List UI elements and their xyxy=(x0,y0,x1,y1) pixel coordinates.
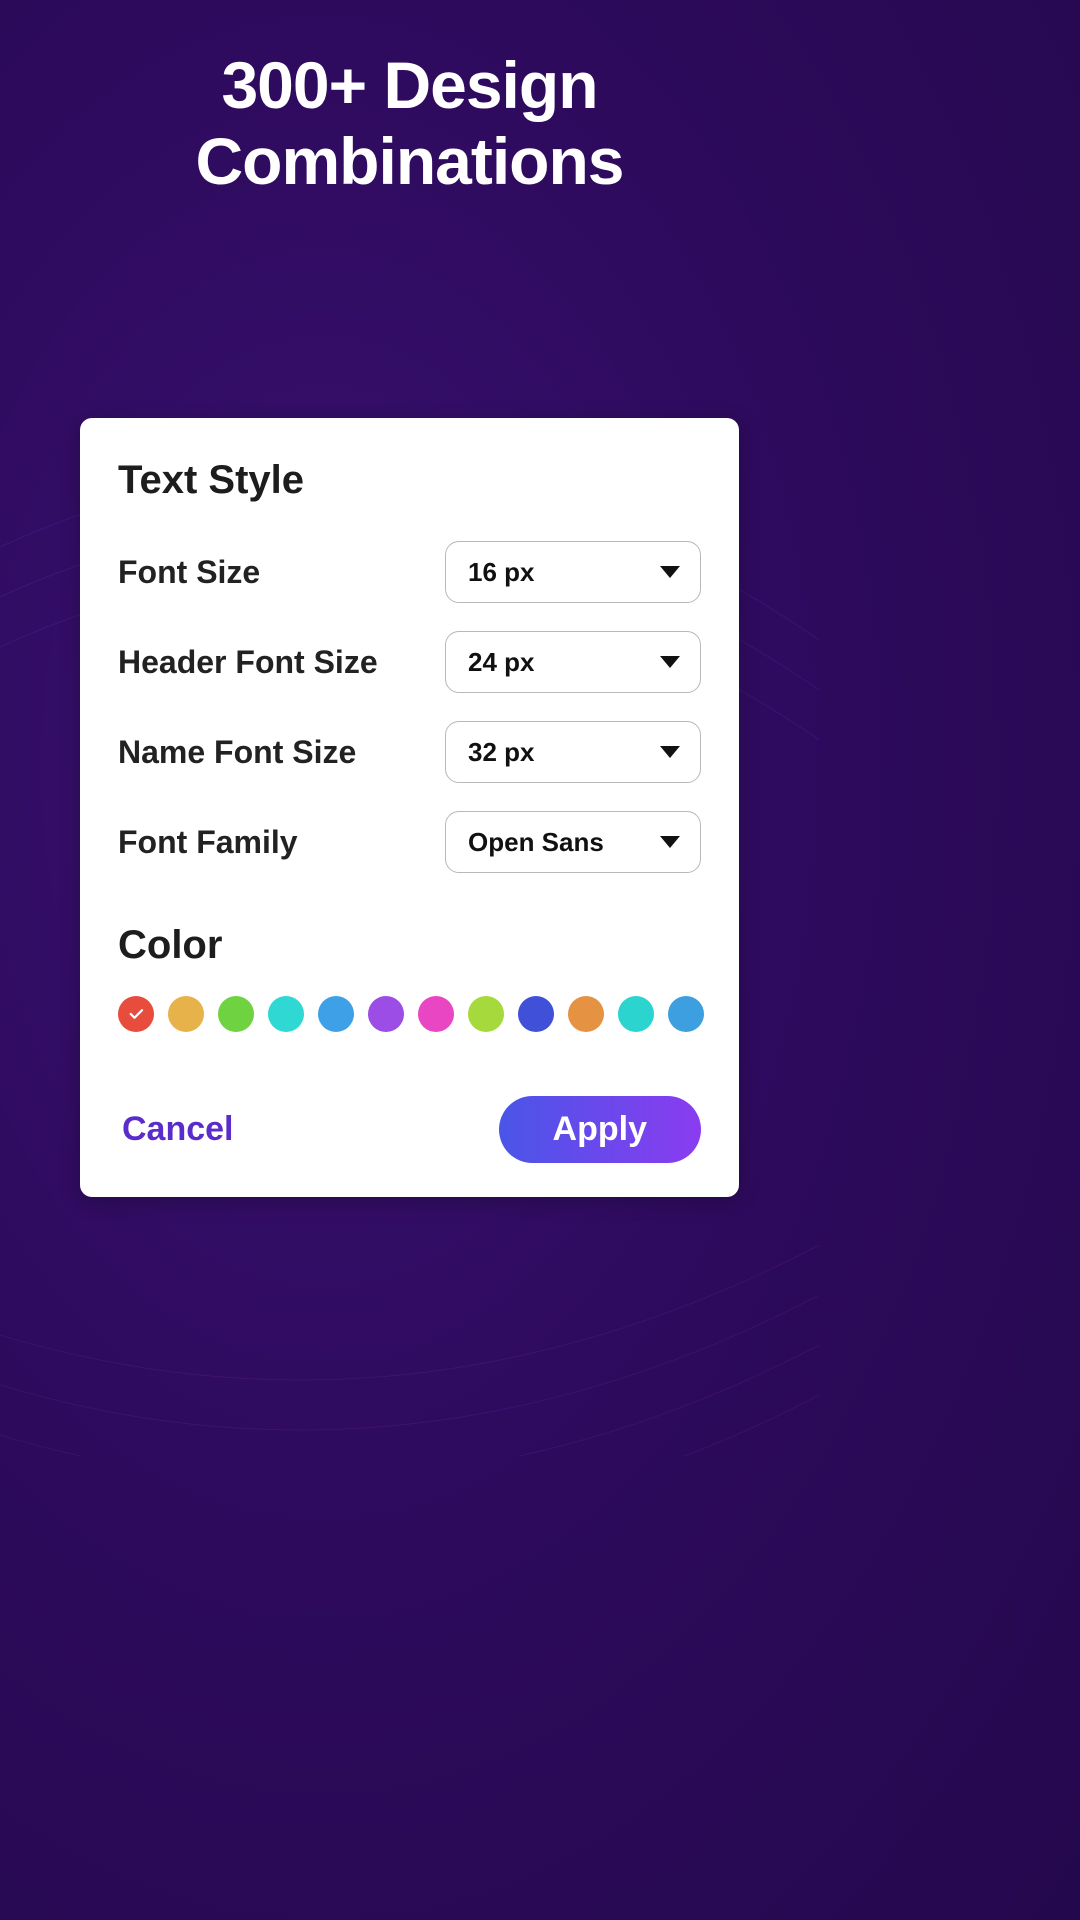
color-swatch[interactable] xyxy=(118,996,154,1032)
header-font-size-row: Header Font Size 24 px xyxy=(118,631,701,693)
cancel-button[interactable]: Cancel xyxy=(118,1102,238,1157)
color-swatch[interactable] xyxy=(218,996,254,1032)
name-font-size-label: Name Font Size xyxy=(118,734,356,771)
color-swatch[interactable] xyxy=(468,996,504,1032)
name-font-size-select[interactable]: 32 px xyxy=(445,721,701,783)
chevron-down-icon xyxy=(660,836,680,848)
actions-row: Cancel Apply xyxy=(118,1096,701,1163)
name-font-size-value: 32 px xyxy=(468,737,535,768)
color-swatch[interactable] xyxy=(168,996,204,1032)
font-size-value: 16 px xyxy=(468,557,535,588)
color-title: Color xyxy=(118,923,701,968)
color-swatch[interactable] xyxy=(368,996,404,1032)
color-swatch[interactable] xyxy=(318,996,354,1032)
header-font-size-label: Header Font Size xyxy=(118,644,378,681)
text-style-card: Text Style Font Size 16 px Header Font S… xyxy=(80,418,739,1197)
font-size-label: Font Size xyxy=(118,554,260,591)
font-family-row: Font Family Open Sans xyxy=(118,811,701,873)
color-swatch[interactable] xyxy=(418,996,454,1032)
text-style-title: Text Style xyxy=(118,458,701,503)
header-font-size-select[interactable]: 24 px xyxy=(445,631,701,693)
check-icon xyxy=(127,1005,145,1023)
color-swatch[interactable] xyxy=(568,996,604,1032)
chevron-down-icon xyxy=(660,746,680,758)
color-swatch[interactable] xyxy=(268,996,304,1032)
color-swatch[interactable] xyxy=(518,996,554,1032)
header-font-size-value: 24 px xyxy=(468,647,535,678)
font-size-row: Font Size 16 px xyxy=(118,541,701,603)
name-font-size-row: Name Font Size 32 px xyxy=(118,721,701,783)
color-swatch[interactable] xyxy=(618,996,654,1032)
color-swatch[interactable] xyxy=(668,996,704,1032)
apply-button[interactable]: Apply xyxy=(499,1096,701,1163)
font-size-select[interactable]: 16 px xyxy=(445,541,701,603)
font-family-select[interactable]: Open Sans xyxy=(445,811,701,873)
headline: 300+ Design Combinations xyxy=(0,0,819,200)
font-family-label: Font Family xyxy=(118,824,298,861)
chevron-down-icon xyxy=(660,566,680,578)
color-swatches xyxy=(118,996,701,1032)
font-family-value: Open Sans xyxy=(468,827,604,858)
chevron-down-icon xyxy=(660,656,680,668)
